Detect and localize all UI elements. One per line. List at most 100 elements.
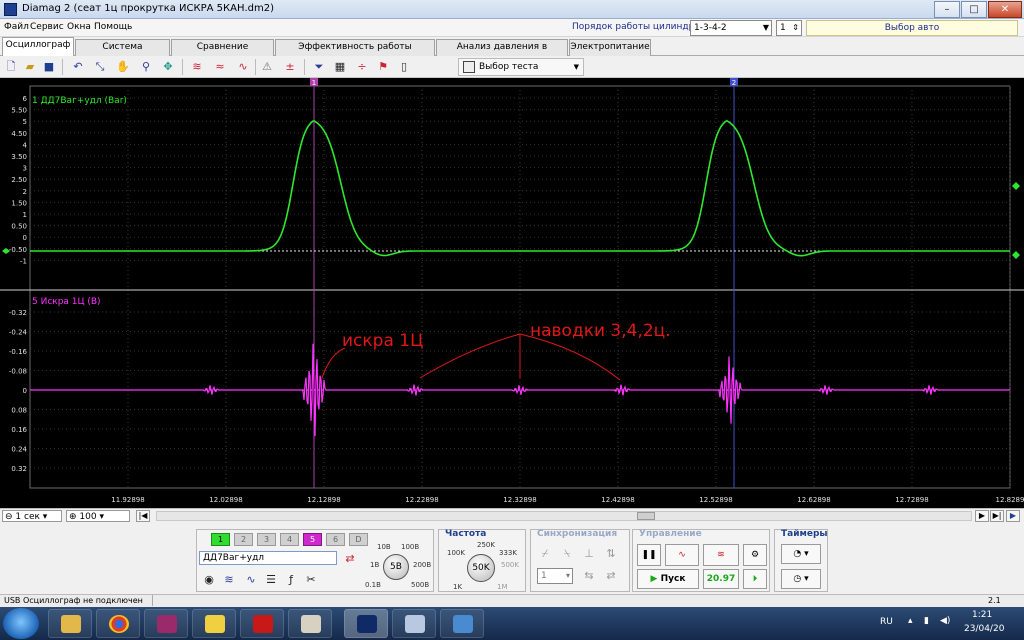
channel-d-button[interactable]: D [349, 533, 368, 546]
timebase-select[interactable]: ⊖ 1 сек ▾ [2, 510, 62, 522]
start-button[interactable]: ▶ Пуск [637, 569, 699, 589]
rising-edge-icon[interactable]: ⌿ [537, 546, 553, 562]
tab-cylinder-compare[interactable]: Сравнение цилиндров [171, 39, 274, 67]
zoom-select[interactable]: ⊕ 100 ▾ [66, 510, 130, 522]
falling-edge-icon[interactable]: ⍀ [559, 546, 575, 562]
cylinder-spinner[interactable]: 1 ⇕ [776, 20, 802, 36]
scroll-end-button[interactable]: ▶| [990, 510, 1004, 522]
sync-arrows-icon[interactable]: ⇆ [581, 568, 597, 584]
eye-icon[interactable]: ◉ [201, 572, 217, 588]
cursor-marker-icon[interactable]: ✥ [160, 59, 176, 75]
tab-power-supply[interactable]: Электропитание [569, 39, 651, 56]
volume-icon[interactable]: ◀) [940, 616, 950, 626]
signal-icon[interactable]: ∿ [243, 572, 259, 588]
frequency-knob[interactable]: 50K [467, 554, 495, 582]
task-winrar[interactable] [144, 609, 188, 638]
channel-4-button[interactable]: 4 [280, 533, 299, 546]
open-folder-icon[interactable]: ▰ [22, 59, 38, 75]
save-icon[interactable]: ■ [41, 59, 57, 75]
sync-extra-icon[interactable]: ⇄ [603, 568, 619, 584]
timer-2-button[interactable]: ◷ ▾ [781, 569, 821, 589]
trigger-level-icon[interactable]: ⊥ [581, 546, 597, 562]
scroll-start-button[interactable]: |◀ [136, 510, 150, 522]
hand-icon[interactable]: ✋ [115, 59, 131, 75]
wave-icon[interactable]: ≋ [221, 572, 237, 588]
oscilloscope-view[interactable]: 6 5.50 5 4.50 4 3.50 3 2.50 2 1.50 1 0.50 0 -0.50 -1 -… [0, 78, 1024, 508]
filter-icon[interactable]: ∿ [235, 59, 251, 75]
tab-cylinder-efficiency[interactable]: Эффективность работы цилиндров [275, 39, 435, 67]
undo-icon[interactable]: ↶ [70, 59, 86, 75]
pause-button[interactable]: ❚❚ [637, 544, 661, 566]
tools-icon[interactable]: ✂ [303, 572, 319, 588]
close-button[interactable]: ✕ [988, 1, 1022, 18]
task-paint[interactable] [288, 609, 332, 638]
task-chrome[interactable] [96, 609, 140, 638]
x-tick: 12.12898 [307, 496, 340, 504]
play-button[interactable]: ▶ [1006, 510, 1020, 522]
sine-wave-button[interactable]: ∿ [665, 544, 699, 566]
sensor-icon[interactable]: ⇄ [342, 551, 358, 567]
new-file-icon[interactable]: 🗋 [3, 59, 19, 75]
clock-time[interactable]: 1:21 [972, 610, 992, 620]
grid-icon[interactable]: ▦ [332, 59, 348, 75]
minimize-button[interactable]: – [934, 1, 960, 18]
ch1-right-zero-marker[interactable] [1012, 251, 1020, 259]
fft-icon[interactable]: ≈ [212, 59, 228, 75]
cursor-2-label: 2 [732, 79, 736, 87]
ch1-right-marker[interactable] [1012, 182, 1020, 190]
task-pdf[interactable] [240, 609, 284, 638]
channel-1-button[interactable]: 1 [211, 533, 230, 546]
sync-channel-select[interactable]: 1 ▾ [537, 568, 573, 584]
menu-file[interactable]: Файл [4, 22, 29, 32]
menu-bar: Файл Сервис Окна Помощь Порядок работы ц… [0, 19, 1024, 37]
split-icon[interactable]: ÷ [354, 59, 370, 75]
auto-run-button[interactable]: ⏵ [743, 569, 767, 589]
flag-icon[interactable]: ⚑ [375, 59, 391, 75]
auto-select-button[interactable]: Выбор авто [806, 20, 1018, 36]
x-tick: 12.52898 [699, 496, 732, 504]
status-version: 2.1 [988, 596, 1001, 605]
scope-canvas[interactable]: 6 5.50 5 4.50 4 3.50 3 2.50 2 1.50 1 0.50 0 -0.50 -1 -… [0, 78, 1024, 508]
task-help[interactable] [192, 609, 236, 638]
scroll-track[interactable] [156, 511, 972, 521]
menu-service[interactable]: Сервис [30, 22, 64, 32]
menu-windows[interactable]: Окна [67, 22, 91, 32]
channel-5-button[interactable]: 5 [303, 533, 322, 546]
test-select-dropdown[interactable]: Выбор теста ▼ [458, 58, 584, 76]
network-icon[interactable]: ▮ [924, 616, 929, 626]
tray-arrow-icon[interactable]: ▴ [908, 616, 913, 626]
task-explorer[interactable] [48, 609, 92, 638]
tab-oscilloscope[interactable]: Осциллограф [2, 37, 74, 56]
page-icon[interactable]: ▯ [396, 59, 412, 75]
wave-compare-icon[interactable]: ≋ [189, 59, 205, 75]
tab-pressure-analysis[interactable]: Анализ давления в цилиндре [436, 39, 568, 67]
lines-icon[interactable]: ☰ [263, 572, 279, 588]
zero-icon[interactable]: ± [282, 59, 298, 75]
timer-1-button[interactable]: ◔ ▾ [781, 544, 821, 564]
trigger-mode-icon[interactable]: ⇅ [603, 546, 619, 562]
auto-settings-button[interactable]: ⚙ [743, 544, 767, 566]
maximize-button[interactable]: □ [961, 1, 987, 18]
clock-date[interactable]: 23/04/20 [964, 624, 1004, 634]
filter-funnel-icon[interactable]: ⏷ [311, 59, 327, 75]
multi-wave-button[interactable]: ≋ [703, 544, 739, 566]
channel-3-button[interactable]: 3 [257, 533, 276, 546]
function-icon[interactable]: ƒ [283, 572, 299, 588]
menu-help[interactable]: Помощь [94, 22, 132, 32]
task-calculator[interactable] [392, 609, 436, 638]
zoom-icon[interactable]: ⚲ [138, 59, 154, 75]
autoscale-icon[interactable]: ⤡ [92, 59, 108, 75]
scroll-right-button[interactable]: ▶ [975, 510, 989, 522]
start-button[interactable] [3, 608, 39, 639]
range-knob[interactable]: 5В [383, 554, 409, 580]
firing-order-select[interactable]: 1-3-4-2 ▼ [690, 20, 772, 36]
task-viewer[interactable] [440, 609, 484, 638]
channel-6-button[interactable]: 6 [326, 533, 345, 546]
language-indicator[interactable]: RU [880, 617, 893, 627]
task-diamag[interactable] [344, 609, 388, 638]
channel-2-button[interactable]: 2 [234, 533, 253, 546]
scroll-thumb[interactable] [637, 512, 655, 520]
tab-ignition[interactable]: Система зажигания [75, 39, 170, 67]
probe-icon[interactable]: ⚠ [259, 59, 275, 75]
channel-name-field[interactable]: ДД7Ваг+удл [199, 551, 337, 565]
